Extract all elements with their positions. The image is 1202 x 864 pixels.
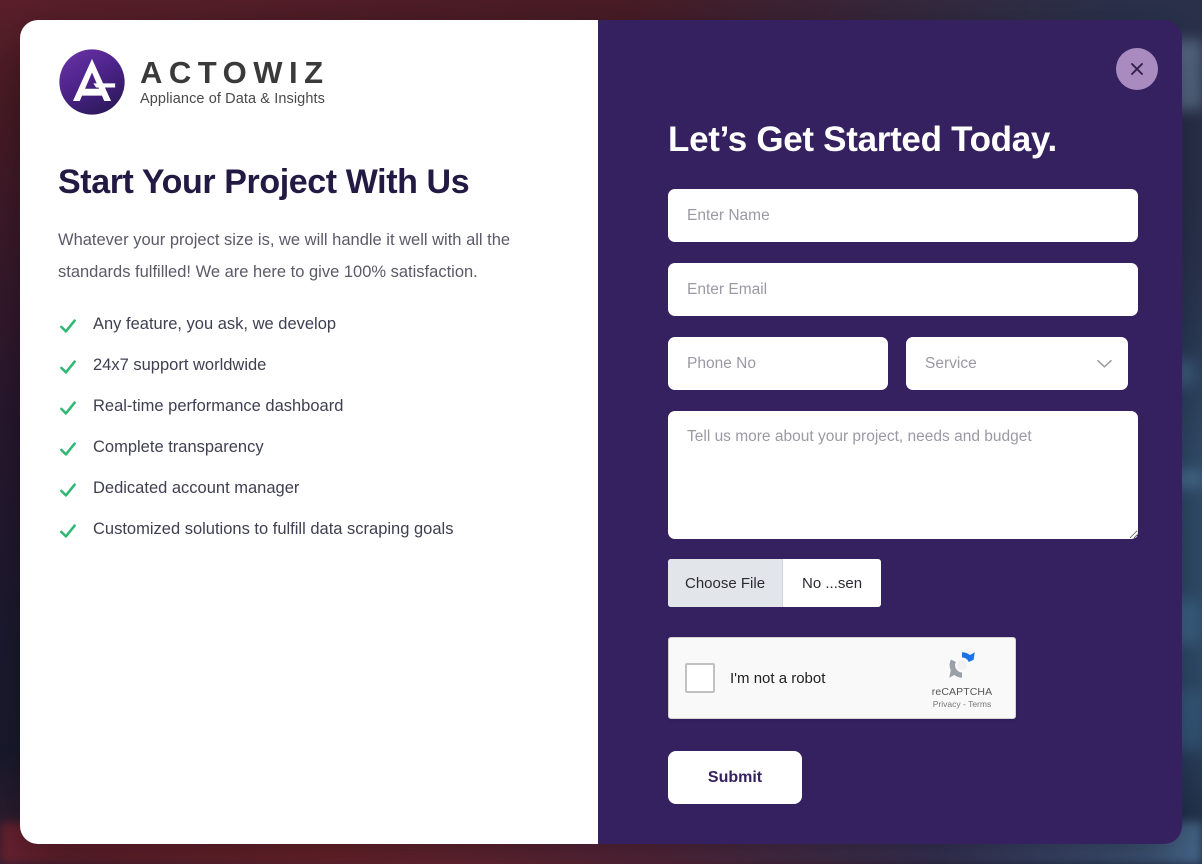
list-item-label: Real-time performance dashboard [93,397,344,416]
feature-list: Any feature, you ask, we develop 24x7 su… [58,314,560,541]
recaptcha-logo-icon [949,652,975,678]
list-item-label: Complete transparency [93,438,264,457]
check-icon [60,401,76,416]
service-select[interactable] [906,337,1128,390]
modal-right-panel: Let’s Get Started Today. Choose File No … [598,20,1182,844]
close-x-icon [1131,63,1143,75]
submit-button[interactable]: Submit [668,751,802,804]
phone-service-row [668,337,1138,390]
list-item: Any feature, you ask, we develop [58,314,560,336]
recaptcha-label: I'm not a robot [730,669,826,687]
recaptcha-checkbox[interactable] [685,663,715,693]
modal-left-panel: ACTOWIZ Appliance of Data & Insights Sta… [20,20,598,844]
actowiz-a-circle-logo-icon [59,49,125,115]
choose-file-button[interactable]: Choose File [668,559,784,607]
recaptcha-legal-links[interactable]: Privacy - Terms [923,699,1001,709]
phone-input[interactable] [668,337,888,390]
list-item-label: Dedicated account manager [93,479,300,498]
list-item: Real-time performance dashboard [58,396,560,418]
list-item: Complete transparency [58,437,560,459]
check-icon [60,442,76,457]
brand-name: ACTOWIZ [140,54,330,90]
service-select-wrapper[interactable] [906,337,1128,390]
check-icon [60,319,76,334]
file-upload-input[interactable]: Choose File No ...sen [668,559,882,607]
form-title: Let’s Get Started Today. [668,120,1057,159]
list-item-label: 24x7 support worldwide [93,356,267,375]
left-panel-title: Start Your Project With Us [58,163,470,201]
contact-form: Choose File No ...sen I'm not a robot [668,189,1138,804]
file-name-status: No ...sen [802,574,863,592]
list-item: Customized solutions to fulfill data scr… [58,519,560,541]
check-icon [60,524,76,539]
list-item: 24x7 support worldwide [58,355,560,377]
recaptcha-branding: reCAPTCHA Privacy - Terms [923,647,1001,709]
email-input[interactable] [668,263,1138,316]
check-icon [60,483,76,498]
close-button[interactable] [1116,48,1158,90]
name-input[interactable] [668,189,1138,242]
list-item-label: Customized solutions to fulfill data scr… [93,520,454,539]
list-item-label: Any feature, you ask, we develop [93,315,337,334]
recaptcha-brand-text: reCAPTCHA [931,686,993,698]
brand-tagline: Appliance of Data & Insights [140,91,325,108]
left-panel-subtitle: Whatever your project size is, we will h… [58,231,511,282]
contact-modal: ACTOWIZ Appliance of Data & Insights Sta… [20,20,1182,844]
check-icon [60,360,76,375]
brand-header: ACTOWIZ Appliance of Data & Insights [58,48,560,116]
recaptcha-widget[interactable]: I'm not a robot reCAPTCHA Privacy - Term… [668,637,1016,719]
list-item: Dedicated account manager [58,478,560,500]
message-textarea[interactable] [668,411,1138,539]
